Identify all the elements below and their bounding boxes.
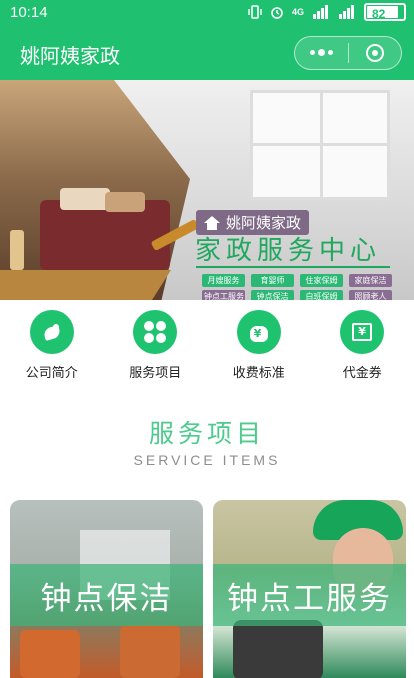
banner[interactable]: 姚阿姨家政 家政服务中心 月嫂服务 育婴师 住家保姆 家庭保洁 钟点工服务 钟点… — [0, 80, 414, 300]
menu-item-voucher[interactable]: 代金券 — [311, 300, 414, 388]
banner-tag: 钟点保洁 — [251, 290, 294, 300]
menu-item-company[interactable]: 公司简介 — [0, 300, 104, 388]
page-title: 姚阿姨家政 — [20, 44, 120, 68]
menu-item-label: 公司简介 — [25, 366, 78, 381]
mini-program-capsule — [294, 36, 402, 70]
quick-menu: 公司简介 服务项目 收费标准 代金券 — [0, 300, 414, 388]
more-dots-icon — [309, 49, 333, 56]
banner-tag: 钟点工服务 — [202, 290, 245, 300]
service-card-label: 钟点工服务 — [213, 564, 406, 626]
battery-level: 82 — [372, 7, 386, 21]
battery-icon: 82 — [364, 3, 406, 21]
network-type: 4G — [291, 7, 304, 17]
section-title: 服务项目 — [148, 419, 265, 448]
signal-icon-2 — [339, 5, 354, 19]
banner-tag: 月嫂服务 — [202, 274, 245, 287]
section-subtitle: SERVICE ITEMS — [133, 452, 281, 468]
menu-item-label: 代金券 — [342, 366, 382, 381]
alarm-icon — [271, 7, 283, 19]
banner-tags: 月嫂服务 育婴师 住家保姆 家庭保洁 钟点工服务 钟点保洁 白班保姆 照顾老人 — [202, 274, 392, 300]
menu-item-label: 服务项目 — [129, 366, 182, 381]
vibrate-icon — [248, 5, 262, 19]
status-icons: 4G 82 — [248, 3, 406, 21]
menu-item-services[interactable]: 服务项目 — [104, 300, 208, 388]
status-bar: 10:14 4G 82 — [0, 0, 414, 26]
services-icon — [133, 310, 178, 354]
service-cards: 钟点保洁 钟点工服务 — [10, 500, 406, 678]
company-icon — [29, 310, 74, 354]
signal-icon — [313, 5, 328, 19]
banner-tag: 白班保姆 — [300, 290, 343, 300]
banner-tag: 照顾老人 — [349, 290, 392, 300]
status-time: 10:14 — [10, 4, 48, 21]
more-button[interactable] — [295, 37, 348, 69]
banner-tag: 住家保姆 — [300, 274, 343, 287]
service-card-label: 钟点保洁 — [10, 564, 203, 626]
close-button[interactable] — [349, 37, 402, 69]
nav-bar: 姚阿姨家政 — [0, 26, 414, 80]
banner-tag: 育婴师 — [251, 274, 294, 287]
service-card-hourly-cleaning[interactable]: 钟点保洁 — [10, 500, 203, 678]
close-target-icon — [365, 44, 384, 62]
menu-item-label: 收费标准 — [232, 366, 285, 381]
fee-icon — [236, 310, 281, 354]
banner-tag: 家庭保洁 — [349, 274, 392, 287]
menu-item-fees[interactable]: 收费标准 — [207, 300, 311, 388]
voucher-icon — [340, 310, 385, 354]
service-card-hourly-worker[interactable]: 钟点工服务 — [213, 500, 406, 678]
banner-headline: 家政服务中心 — [195, 236, 382, 266]
house-icon — [204, 215, 220, 230]
